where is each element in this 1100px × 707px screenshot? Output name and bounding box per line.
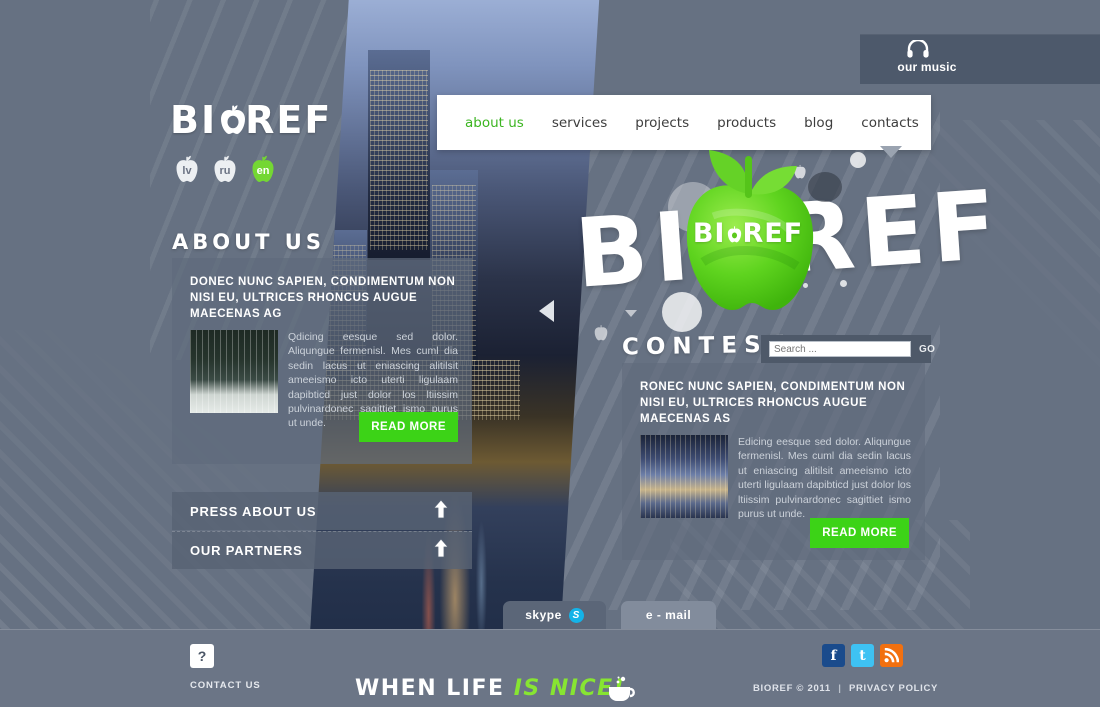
lang-option-ru[interactable]: ru [210, 152, 240, 184]
page-root: our music BI REF lv ru en about us servi… [0, 0, 1100, 707]
social-links: f t [822, 644, 903, 667]
about-heading: DONEC NUNC SAPIEN, CONDIMENTUM NON NISI … [190, 276, 456, 320]
nav-item-about-us[interactable]: about us [465, 115, 524, 131]
carousel-prev-arrow-icon[interactable] [539, 300, 554, 322]
help-icon[interactable]: ? [190, 644, 214, 668]
logo-text-before: BI [170, 98, 218, 142]
apple-label-after: REF [742, 218, 804, 249]
arrow-up-icon [432, 538, 450, 563]
about-read-more-button[interactable]: READ MORE [359, 412, 458, 442]
accordion-item-press-about-us[interactable]: PRESS ABOUT US [172, 492, 472, 530]
chevron-down-icon [880, 146, 902, 158]
copyright-text: BIOREF © 2011 [753, 683, 831, 694]
logo-text-after: REF [245, 98, 333, 142]
twitter-icon[interactable]: t [851, 644, 874, 667]
tab-email-label: e - mail [645, 608, 692, 622]
headphones-icon [907, 38, 929, 58]
language-selector: lv ru en [172, 152, 278, 184]
nav-item-products[interactable]: products [717, 115, 776, 131]
page-title: ABOUT US [172, 230, 325, 254]
hero-apple-label: BI REF [663, 218, 833, 249]
deco-apple-icon [592, 322, 610, 342]
tab-skype-label: skype [525, 608, 562, 622]
footer-tagline: WHEN LIFE IS NICE! [355, 676, 625, 701]
about-panel: DONEC NUNC SAPIEN, CONDIMENTUM NON NISI … [172, 258, 472, 464]
copyright-bar: BIOREF © 2011 | PRIVACY POLICY [753, 683, 938, 694]
arrow-up-icon [432, 498, 450, 524]
contact-us-link[interactable]: CONTACT US [190, 680, 261, 691]
nav-item-services[interactable]: services [552, 115, 607, 131]
lang-label-en: en [256, 164, 270, 177]
our-music-label: our music [897, 60, 957, 74]
facebook-icon[interactable]: f [822, 644, 845, 667]
nav-item-contacts[interactable]: contacts [861, 115, 919, 131]
search-bar: GO [761, 335, 935, 363]
contest-thumbnail [640, 435, 728, 518]
about-thumbnail [190, 330, 278, 413]
apple-icon [218, 105, 246, 134]
search-input[interactable] [769, 341, 911, 357]
coffee-cup-icon [604, 674, 640, 704]
tab-skype[interactable]: skype S [503, 601, 606, 629]
deco-circle [850, 152, 866, 168]
lang-label-ru: ru [219, 164, 231, 177]
contest-read-more-button[interactable]: READ MORE [810, 518, 909, 548]
site-footer: ? CONTACT US WHEN LIFE IS NICE! [0, 629, 1100, 707]
main-navigation: about us services projects products blog… [437, 95, 931, 150]
site-logo[interactable]: BI REF [170, 98, 332, 142]
nav-item-projects[interactable]: projects [635, 115, 689, 131]
deco-triangle [625, 310, 637, 317]
tagline-plain: WHEN LIFE [355, 676, 514, 701]
tab-email[interactable]: e - mail [621, 601, 716, 629]
apple-label-before: BI [692, 218, 726, 249]
skype-icon: S [568, 607, 584, 623]
contest-heading-text: RONEC NUNC SAPIEN, CONDIMENTUM NON NISI … [640, 381, 906, 425]
search-go-button[interactable]: GO [919, 344, 935, 355]
accordion-label: PRESS ABOUT US [190, 503, 317, 519]
contest-body-text: Edicing eesque sed dolor. Aliqungue ferm… [738, 436, 911, 521]
lang-option-en[interactable]: en [248, 152, 278, 184]
hero-apple-logo: BI REF [663, 150, 833, 315]
lang-option-lv[interactable]: lv [172, 152, 202, 184]
copyright-separator: | [838, 683, 842, 694]
accordion-label: OUR PARTNERS [190, 543, 303, 558]
accordion-item-our-partners[interactable]: OUR PARTNERS [172, 531, 472, 569]
apple-icon-small [725, 225, 742, 243]
lang-label-lv: lv [182, 164, 192, 177]
nav-item-blog[interactable]: blog [804, 115, 833, 131]
contest-panel: RONEC NUNC SAPIEN, CONDIMENTUM NON NISI … [622, 363, 925, 560]
our-music-panel[interactable]: our music [860, 34, 1100, 84]
rss-icon[interactable] [880, 644, 903, 667]
privacy-policy-link[interactable]: PRIVACY POLICY [849, 683, 938, 694]
